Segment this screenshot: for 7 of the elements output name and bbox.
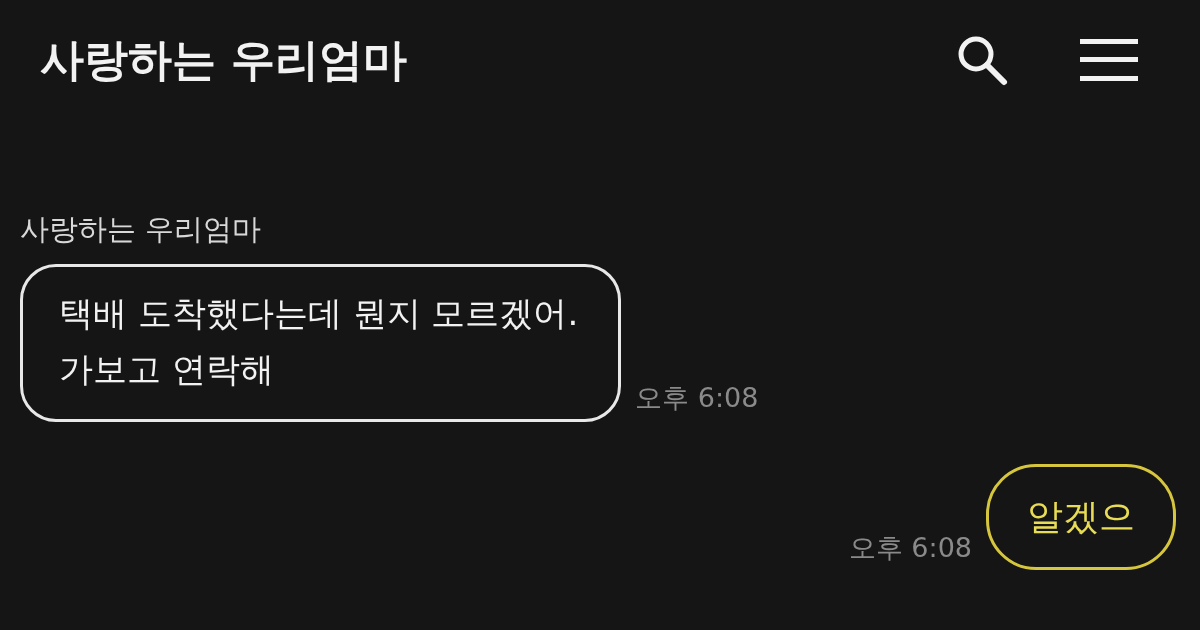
message-bubble: 알겠으	[986, 464, 1176, 570]
chat-title: 사랑하는 우리엄마	[40, 32, 409, 87]
message-time: 오후 6:08	[848, 531, 972, 565]
message-time: 오후 6:08	[635, 381, 759, 415]
menu-icon[interactable]	[1080, 37, 1138, 83]
sender-name: 사랑하는 우리엄마	[20, 211, 263, 248]
message-bubble: 택배 도착했다는데 뭔지 모르겠어. 가보고 연락해	[20, 264, 622, 422]
